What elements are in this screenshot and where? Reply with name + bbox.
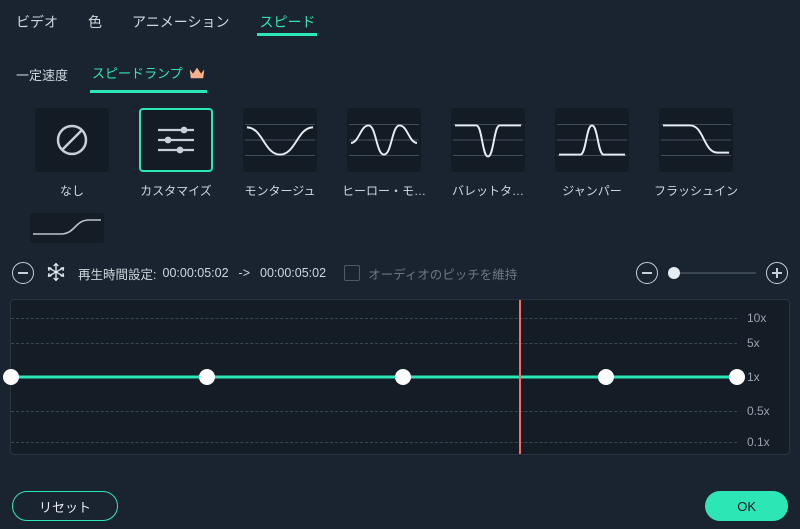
sliders-icon [154,121,198,159]
ramp-canvas[interactable] [11,300,737,454]
snowflake-icon [46,262,66,282]
gridline [11,318,737,319]
bottom-button-bar: リセット OK [0,491,800,521]
y-tick: 5x [747,336,760,350]
zoom-in-button[interactable] [766,262,788,284]
preset-label: フラッシュイン [654,182,738,199]
y-tick: 0.5x [747,404,770,418]
preset-flash-in[interactable]: フラッシュイン [654,108,738,199]
preset-label: バレットタ… [452,182,524,199]
preset-thumb [35,108,109,172]
preset-thumb [451,108,525,172]
reset-button[interactable]: リセット [12,491,118,521]
preset-thumb [139,108,213,172]
keyframe-handle[interactable] [199,369,215,385]
curve-montage-icon [245,109,315,171]
duration-from: 00:00:05:02 [163,266,229,280]
preset-montage[interactable]: モンタージュ [238,108,322,199]
preset-thumb [347,108,421,172]
checkbox-box-icon [344,265,360,281]
tab-video[interactable]: ビデオ [14,8,60,36]
preset-bullet-time[interactable]: バレットタ… [446,108,530,199]
arrow-icon: -> [239,266,250,280]
curve-jumper-icon [557,109,627,171]
subtab-label: スピードランプ [92,63,183,82]
y-tick: 0.1x [747,435,770,449]
preset-next-row-peek[interactable] [30,213,104,243]
preset-thumb [659,108,733,172]
preset-customize[interactable]: カスタマイズ [134,108,218,199]
y-tick: 10x [747,311,766,325]
curve-bullet-icon [453,109,523,171]
main-tabs: ビデオ 色 アニメーション スピード [0,0,800,36]
tab-speed[interactable]: スピード [257,8,317,36]
slider-track [668,272,756,274]
preset-thumb [243,108,317,172]
keyframe-handle[interactable] [3,369,19,385]
subtab-speed-ramp[interactable]: スピードランプ [90,59,207,93]
speed-ramp-graph[interactable]: 10x 5x 1x 0.5x 0.1x [10,299,790,455]
y-axis-labels: 10x 5x 1x 0.5x 0.1x [739,300,789,454]
maintain-pitch-checkbox[interactable]: オーディオのピッチを維持 [344,264,517,283]
ramp-controls: 再生時間設定 00:00:05:02 -> 00:00:05:02 オーディオの… [0,255,800,289]
preset-thumb [555,108,629,172]
gridline [11,411,737,412]
preset-jumper[interactable]: ジャンパー [550,108,634,199]
preset-label: モンタージュ [245,182,316,199]
zoom-out-button[interactable] [636,262,658,284]
y-tick: 1x [747,370,760,384]
gridline [11,343,737,344]
tab-color[interactable]: 色 [86,8,104,36]
freeze-frame-button[interactable] [46,262,66,285]
curve-hero-icon [349,109,419,171]
keyframe-handle[interactable] [598,369,614,385]
preset-hero-moment[interactable]: ヒーロー・モ… [342,108,426,199]
duration-label: 再生時間設定 [78,264,157,283]
tab-animation[interactable]: アニメーション [130,8,231,36]
slider-thumb[interactable] [668,267,680,279]
gridline [11,442,737,443]
preset-none[interactable]: なし [30,108,114,199]
curve-peek-icon [31,214,103,242]
maintain-pitch-label: オーディオのピッチを維持 [368,264,517,283]
duration-to: 00:00:05:02 [260,266,326,280]
zoom-controls [636,262,788,284]
playhead[interactable] [519,300,521,454]
preset-gallery: なし カスタマイズ [0,92,800,255]
preset-label: ジャンパー [562,182,621,199]
curve-flash-in-icon [661,109,731,171]
subtab-uniform-speed[interactable]: 一定速度 [14,61,70,92]
speed-subtabs: 一定速度 スピードランプ [0,36,800,92]
preset-label: ヒーロー・モ… [342,182,426,199]
speed-curve[interactable] [11,376,737,379]
none-icon [53,121,91,159]
preset-label: カスタマイズ [140,182,212,199]
subtab-label: 一定速度 [16,65,68,84]
premium-crown-icon [189,66,205,80]
remove-keyframe-button[interactable] [12,262,34,284]
ok-button[interactable]: OK [705,491,788,521]
preset-label: なし [60,182,84,199]
duration-readout: 再生時間設定 00:00:05:02 -> 00:00:05:02 [78,264,326,283]
keyframe-handle[interactable] [395,369,411,385]
zoom-slider[interactable] [668,263,756,283]
